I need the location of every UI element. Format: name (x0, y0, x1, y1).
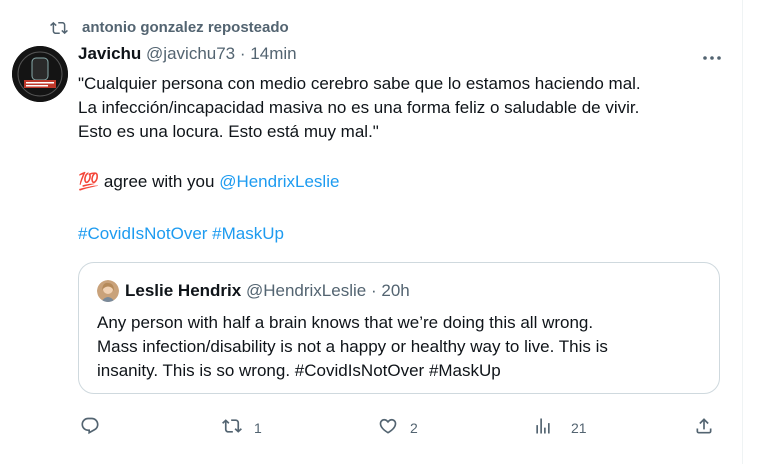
quote-author-handle[interactable]: @HendrixLeslie (246, 281, 366, 300)
tweet-text: "Cualquier persona con medio cerebro sab… (78, 72, 728, 246)
views-button[interactable]: 21 (533, 416, 587, 439)
retweet-icon (222, 416, 242, 439)
quote-timestamp[interactable]: 20h (381, 281, 409, 300)
avatar[interactable] (12, 46, 68, 102)
hundred-emoji: 💯 (78, 172, 100, 191)
retweet-count: 1 (254, 419, 262, 436)
quoted-tweet[interactable]: Leslie Hendrix @HendrixLeslie · 20h Any … (78, 262, 720, 394)
quote-author-name[interactable]: Leslie Hendrix (125, 281, 241, 300)
tweet-line-3: Esto es una locura. Esto está muy mal." (78, 122, 379, 141)
reply-icon (80, 416, 100, 439)
share-icon (694, 416, 714, 439)
column-border (742, 0, 743, 464)
agree-text: agree with you (99, 172, 220, 191)
like-button[interactable]: 2 (378, 416, 418, 439)
views-icon (533, 416, 553, 439)
quote-header: Leslie Hendrix @HendrixLeslie · 20h (125, 281, 410, 301)
repost-indicator (50, 17, 68, 43)
repost-icon (50, 19, 68, 42)
quote-line-2: Mass infection/disability is not a happy… (97, 337, 608, 356)
timestamp[interactable]: 14min (250, 44, 296, 63)
quote-line-3: insanity. This is so wrong. #CovidIsNotO… (97, 361, 501, 380)
like-count: 2 (410, 419, 418, 436)
action-bar: 1 2 21 (0, 406, 742, 446)
author-name[interactable]: Javichu (78, 44, 141, 63)
tweet-line-1: "Cualquier persona con medio cerebro sab… (78, 74, 641, 93)
author-handle[interactable]: @javichu73 (146, 44, 235, 63)
separator: · (239, 44, 246, 63)
quote-text: Any person with half a brain knows that … (97, 311, 707, 383)
tweet-hashtags: #CovidIsNotOver #MaskUp (78, 222, 728, 246)
tweet-agree-line: 💯 agree with you @HendrixLeslie (78, 170, 728, 194)
tweet-line-2: La infección/incapacidad masiva no es un… (78, 98, 640, 117)
hashtag-covid[interactable]: #CovidIsNotOver (78, 224, 207, 243)
like-icon (378, 416, 398, 439)
views-count: 21 (571, 419, 587, 436)
quote-separator: · (370, 281, 377, 300)
share-button[interactable] (694, 416, 714, 439)
retweet-button[interactable]: 1 (222, 416, 262, 439)
reply-button[interactable] (80, 416, 100, 439)
mention-link[interactable]: @HendrixLeslie (219, 172, 339, 191)
quote-avatar[interactable] (97, 280, 119, 302)
tweet-header: Javichu @javichu73 · 14min (78, 44, 297, 64)
hashtag-maskup[interactable]: #MaskUp (212, 224, 284, 243)
quote-line-1: Any person with half a brain knows that … (97, 313, 594, 332)
more-icon[interactable] (700, 50, 724, 66)
repost-label[interactable]: antonio gonzalez reposteado (82, 19, 289, 36)
